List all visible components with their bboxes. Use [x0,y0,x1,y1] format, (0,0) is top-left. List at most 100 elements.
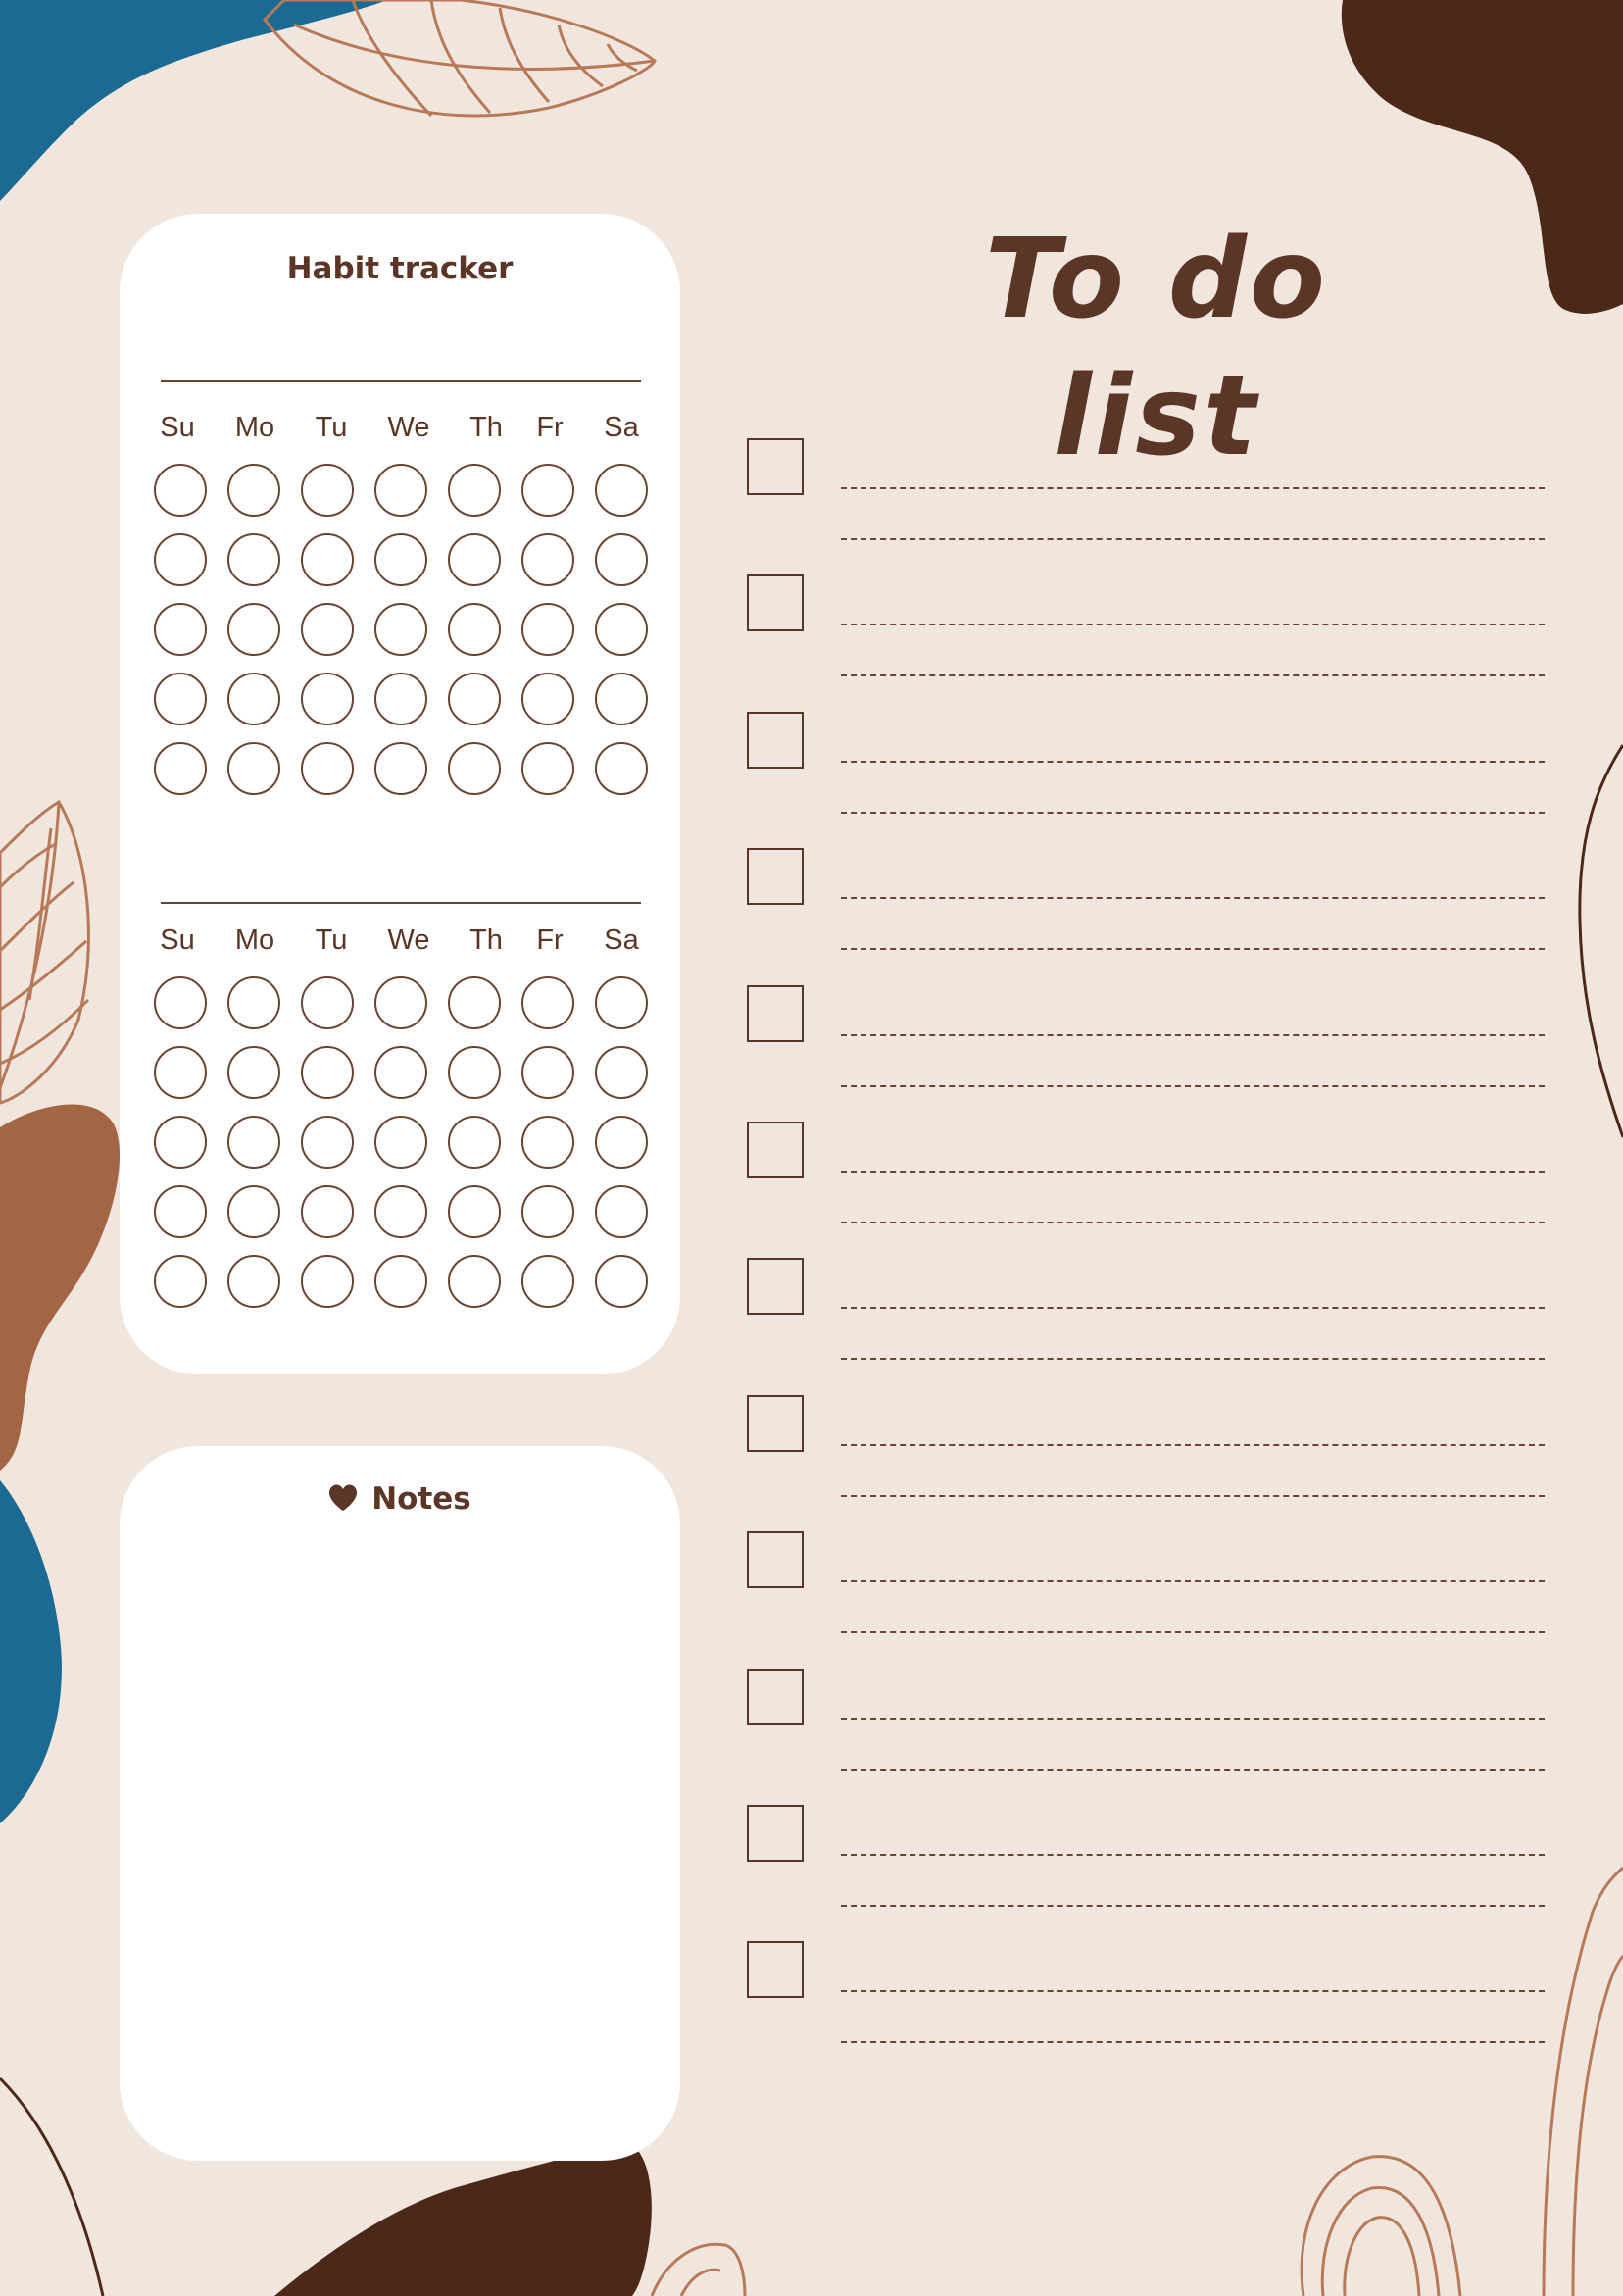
habit-checkbox-circle[interactable] [521,533,574,586]
todo-write-line[interactable] [841,1171,1545,1173]
todo-write-line[interactable] [841,1631,1545,1634]
habit-checkbox-circle[interactable] [521,1116,574,1169]
habit-checkbox-circle[interactable] [448,1116,501,1169]
habit-checkbox-circle[interactable] [374,673,427,725]
habit-checkbox-circle[interactable] [154,976,207,1029]
habit-checkbox-circle[interactable] [521,1046,574,1099]
todo-write-line[interactable] [841,624,1545,626]
habit-checkbox-circle[interactable] [595,976,648,1029]
habit-checkbox-circle[interactable] [227,1046,280,1099]
habit-checkbox-circle[interactable] [227,976,280,1029]
habit-checkbox-circle[interactable] [448,976,501,1029]
notes-writing-area[interactable] [159,1554,641,2122]
habit-checkbox-circle[interactable] [227,1255,280,1308]
habit-checkbox-circle[interactable] [227,673,280,725]
habit-checkbox-circle[interactable] [227,1116,280,1169]
habit-checkbox-circle[interactable] [595,1046,648,1099]
habit-checkbox-circle[interactable] [521,742,574,795]
habit-checkbox-circle[interactable] [595,1185,648,1238]
habit-checkbox-circle[interactable] [301,976,354,1029]
habit-checkbox-circle[interactable] [154,1255,207,1308]
todo-checkbox[interactable] [747,438,804,495]
habit-checkbox-circle[interactable] [448,464,501,517]
habit-checkbox-circle[interactable] [301,1185,354,1238]
todo-write-line[interactable] [841,1307,1545,1310]
habit-checkbox-circle[interactable] [227,742,280,795]
habit-checkbox-circle[interactable] [374,1046,427,1099]
habit-checkbox-circle[interactable] [374,533,427,586]
habit-checkbox-circle[interactable] [154,533,207,586]
habit-checkbox-circle[interactable] [301,1116,354,1169]
habit-checkbox-circle[interactable] [595,464,648,517]
habit-checkbox-circle[interactable] [374,603,427,656]
habit-checkbox-circle[interactable] [374,1185,427,1238]
habit-checkbox-circle[interactable] [301,673,354,725]
habit-checkbox-circle[interactable] [154,1116,207,1169]
habit-checkbox-circle[interactable] [595,673,648,725]
todo-write-line[interactable] [841,1033,1545,1036]
habit-checkbox-circle[interactable] [374,464,427,517]
todo-write-line[interactable] [841,811,1545,814]
todo-write-line[interactable] [841,674,1545,677]
week-2-name-line[interactable] [161,902,641,904]
todo-write-line[interactable] [841,1990,1545,1993]
habit-checkbox-circle[interactable] [227,533,280,586]
habit-checkbox-circle[interactable] [521,976,574,1029]
habit-checkbox-circle[interactable] [448,1046,501,1099]
todo-write-line[interactable] [841,1084,1545,1087]
habit-checkbox-circle[interactable] [521,1255,574,1308]
habit-checkbox-circle[interactable] [154,464,207,517]
todo-write-line[interactable] [841,1358,1545,1361]
habit-checkbox-circle[interactable] [227,464,280,517]
todo-write-line[interactable] [841,1222,1545,1223]
habit-checkbox-circle[interactable] [374,1116,427,1169]
todo-write-line[interactable] [841,1494,1545,1497]
habit-checkbox-circle[interactable] [154,603,207,656]
todo-checkbox[interactable] [747,848,804,906]
week-1-name-line[interactable] [161,380,641,382]
habit-checkbox-circle[interactable] [448,533,501,586]
habit-checkbox-circle[interactable] [301,603,354,656]
todo-write-line[interactable] [841,1905,1545,1907]
todo-checkbox[interactable] [747,1122,804,1178]
habit-checkbox-circle[interactable] [374,1255,427,1308]
todo-write-line[interactable] [841,1854,1545,1856]
habit-checkbox-circle[interactable] [374,976,427,1029]
todo-checkbox[interactable] [747,1941,804,1999]
habit-checkbox-circle[interactable] [521,673,574,725]
habit-checkbox-circle[interactable] [301,464,354,517]
habit-checkbox-circle[interactable] [301,742,354,795]
habit-checkbox-circle[interactable] [301,533,354,586]
todo-checkbox[interactable] [747,1394,804,1452]
todo-checkbox[interactable] [747,1258,804,1316]
todo-write-line[interactable] [841,487,1545,489]
habit-checkbox-circle[interactable] [595,1255,648,1308]
habit-checkbox-circle[interactable] [448,742,501,795]
habit-checkbox-circle[interactable] [448,673,501,725]
habit-checkbox-circle[interactable] [521,464,574,517]
habit-checkbox-circle[interactable] [374,742,427,795]
habit-checkbox-circle[interactable] [154,1046,207,1099]
habit-checkbox-circle[interactable] [595,533,648,586]
todo-checkbox[interactable] [747,1531,804,1589]
habit-checkbox-circle[interactable] [595,1116,648,1169]
habit-checkbox-circle[interactable] [521,1185,574,1238]
todo-write-line[interactable] [841,760,1545,763]
habit-checkbox-circle[interactable] [301,1046,354,1099]
todo-write-line[interactable] [841,948,1545,951]
todo-checkbox[interactable] [747,711,804,769]
todo-write-line[interactable] [841,1580,1545,1583]
todo-write-line[interactable] [841,1768,1545,1771]
habit-checkbox-circle[interactable] [448,1185,501,1238]
habit-checkbox-circle[interactable] [595,603,648,656]
todo-write-line[interactable] [841,2041,1545,2044]
habit-checkbox-circle[interactable] [227,603,280,656]
todo-checkbox[interactable] [747,1668,804,1725]
todo-checkbox[interactable] [747,1805,804,1862]
habit-checkbox-circle[interactable] [521,603,574,656]
habit-checkbox-circle[interactable] [154,742,207,795]
habit-checkbox-circle[interactable] [154,673,207,725]
habit-checkbox-circle[interactable] [448,1255,501,1308]
todo-write-line[interactable] [841,897,1545,900]
todo-write-line[interactable] [841,1717,1545,1720]
